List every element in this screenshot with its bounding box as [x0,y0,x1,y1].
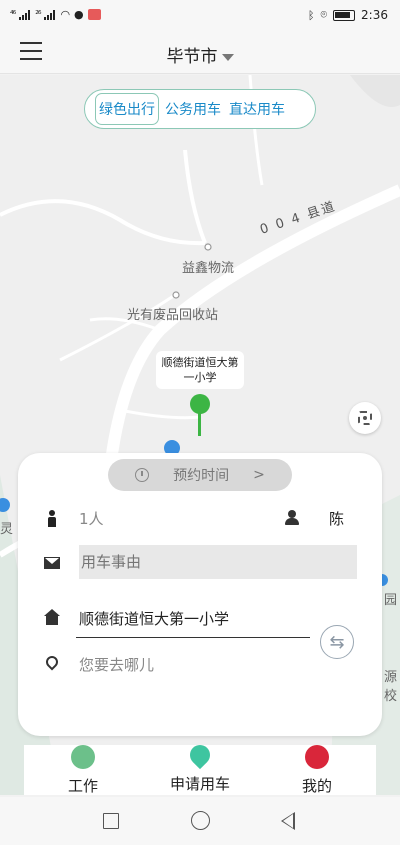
locate-icon [358,411,372,425]
app-notification-icon [87,9,101,20]
destination-input[interactable]: 您要去哪儿 [79,654,154,675]
signal-bars-icon [44,9,56,20]
signal-label-2: ²⁶ [35,9,41,20]
user-icon [284,510,300,526]
signal-bars-icon [19,9,31,20]
tab-official-car[interactable]: 公务用车 [163,96,223,122]
caret-down-icon [221,53,234,61]
swap-icon: ⇆ [329,631,345,653]
person-icon [44,510,60,527]
clock-time: 2:36 [361,8,388,22]
tab-mine[interactable]: 我的 [272,745,362,796]
clock-icon [135,468,150,482]
system-nav-bar [0,797,400,845]
location-pin-icon [43,653,61,671]
tab-work-label: 工作 [67,777,98,795]
city-selector[interactable]: 毕节市 [0,42,400,67]
reserve-time-label: 预约时间 [173,468,230,484]
location-pin-icon [185,740,215,770]
map-edge-label: 灵 [0,522,14,537]
home-icon [44,609,60,625]
chevron-right-icon: > [253,467,265,483]
poi-label: 光有废品回收站 [127,308,219,323]
top-bar: 毕节市 [0,30,400,74]
reserve-time-button[interactable]: 预约时间 > [108,459,292,491]
from-address[interactable]: 顺德街道恒大第一小学 [79,608,229,629]
pin-location-label: 顺德街道恒大第一小学 [156,351,244,389]
signal-label-1: ⁴⁶ [10,9,16,20]
user-name: 陈 [329,510,345,528]
booking-panel: 预约时间 > 1人 陈 顺德街道恒大第一小学 ⇆ 您要去哪儿 [18,453,382,736]
mode-tabs: 绿色出行 公务用车 直达用车 [84,89,316,129]
map-edge-label: 源 [384,670,398,685]
divider [76,637,310,638]
recent-apps-icon[interactable] [103,813,119,829]
passenger-count[interactable]: 1人 [79,508,104,529]
tab-direct-car[interactable]: 直达用车 [227,96,287,122]
poi-label: 益鑫物流 [182,261,235,276]
home-button-icon[interactable] [191,811,210,830]
wifi-icon: ◠ [60,8,71,21]
reason-input[interactable] [79,545,357,579]
status-bar: ⁴⁶ ²⁶ ◠ ● ᛒ ⌾ 2:36 [0,0,400,30]
tab-apply-car[interactable]: 申请用车 [155,740,245,794]
battery-icon [333,9,356,21]
mail-icon [44,557,60,569]
bottom-tab-bar: 工作 申请用车 我的 [24,740,376,796]
location-icon: ⌾ [320,8,328,21]
swap-button[interactable]: ⇆ [320,625,354,659]
bluetooth-icon: ᛒ [307,8,315,22]
user-icon [305,745,329,769]
map-pin-icon [190,394,210,414]
map-edge-label: 校 [384,689,398,704]
tab-green-travel[interactable]: 绿色出行 [95,93,159,125]
locate-button[interactable] [349,402,381,434]
document-icon [71,745,95,769]
tab-work[interactable]: 工作 [38,745,128,796]
map-pin-stick [198,412,201,436]
tab-apply-car-label: 申请用车 [169,775,230,793]
chat-icon: ● [74,8,84,21]
back-icon[interactable] [281,812,295,830]
map-edge-label: 园 [384,593,398,608]
city-name: 毕节市 [166,47,218,67]
tab-mine-label: 我的 [301,777,332,795]
